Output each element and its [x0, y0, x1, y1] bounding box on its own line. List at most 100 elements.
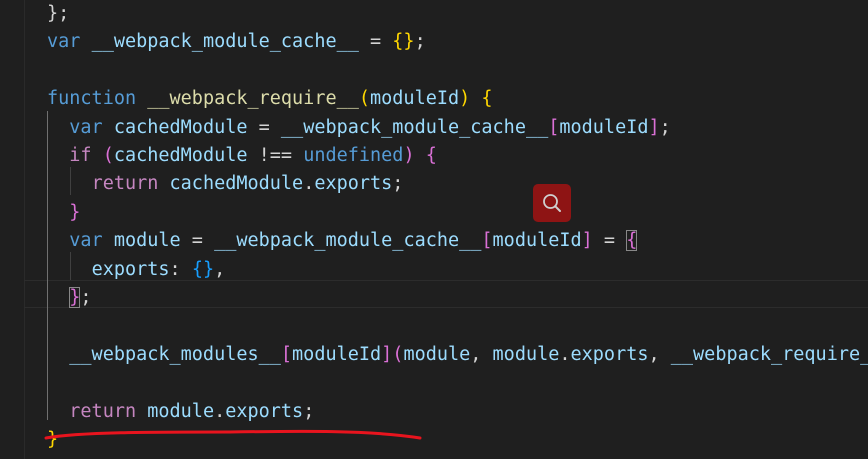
code-token: __webpack_module_cache__ [91, 31, 359, 53]
code-token: exports [91, 258, 170, 280]
code-token: ] [581, 230, 593, 252]
code-token: __webpack_modules__ [69, 343, 281, 365]
code-token: ) [459, 88, 471, 110]
code-token: undefined [303, 145, 404, 166]
code-line-text: var module = __webpack_module_cache__[mo… [47, 227, 638, 255]
code-token: exports [314, 173, 393, 195]
code-token: __webpack_module_cache__ [280, 116, 549, 138]
code-token: ; [392, 173, 404, 195]
code-token: [ [548, 116, 560, 138]
code-token: ; [303, 400, 315, 422]
code-token: }; [47, 3, 70, 24]
code-line-text: var cachedModule = __webpack_module_cach… [47, 114, 671, 142]
code-line-text: }; [47, 284, 92, 312]
code-token: ) [403, 145, 415, 166]
code-token: . [559, 343, 571, 365]
code-token: = [180, 230, 215, 252]
code-line-text: __webpack_modules__[moduleId](module, mo… [47, 341, 868, 369]
code-token: !== [247, 145, 304, 166]
code-token: , [470, 343, 493, 365]
code-token: moduleId [559, 116, 649, 138]
code-line-text: exports: {}, [47, 256, 226, 284]
code-token: } [69, 287, 81, 308]
code-token: {} [392, 31, 415, 53]
code-token: module [403, 343, 471, 365]
code-token: __webpack_module_cache__ [214, 230, 482, 252]
code-token: moduleId [370, 88, 460, 110]
code-token: ( [392, 343, 404, 365]
code-token: [ [481, 230, 493, 252]
code-token: ] [648, 116, 660, 138]
code-token: var [69, 230, 103, 252]
code-token: ; [80, 287, 92, 308]
code-line-text: }; [47, 0, 69, 28]
code-token: module [147, 400, 215, 422]
code-token: = [592, 230, 627, 252]
code-token: module [492, 343, 560, 365]
code-token: moduleId [492, 230, 582, 252]
code-token: var [69, 116, 103, 138]
current-line-highlight [24, 280, 868, 308]
code-token: moduleId [292, 343, 382, 365]
code-token: if [69, 145, 92, 166]
code-token: module [113, 230, 181, 252]
code-token: {} [191, 258, 215, 280]
code-token: ( [102, 145, 114, 166]
code-token: , [648, 343, 671, 365]
code-line-text: return module.exports; [47, 398, 314, 426]
code-line-text: return cachedModule.exports; [47, 170, 404, 198]
code-token: var [47, 31, 81, 53]
code-token: cachedModule [169, 173, 304, 195]
code-token: ; [659, 116, 671, 138]
search-icon [543, 194, 561, 212]
code-token: { [425, 145, 437, 166]
code-line-text: if (cachedModule !== undefined) { [47, 142, 437, 170]
code-token: { [626, 230, 638, 252]
code-token: exports [570, 343, 649, 365]
code-token: __webpack_require__ [147, 88, 359, 110]
code-line-text: var __webpack_module_cache__ = {}; [47, 28, 426, 56]
code-token: } [69, 201, 81, 223]
code-token: cachedModule [113, 116, 248, 138]
code-editor[interactable]: }; var __webpack_module_cache__ = {}; func… [0, 0, 868, 459]
code-token: return [91, 173, 159, 195]
code-line-text: function __webpack_require__(moduleId) { [47, 85, 493, 113]
search-button[interactable] [533, 184, 571, 222]
code-token: , [214, 258, 226, 280]
code-token: [ [280, 343, 293, 365]
editor-gutter [0, 0, 25, 459]
code-token: ] [381, 343, 393, 365]
code-token: __webpack_require__ [670, 343, 868, 365]
code-token: } [47, 429, 59, 450]
code-token: : [169, 258, 192, 280]
code-token: . [303, 173, 315, 195]
code-line-text: } [47, 426, 58, 454]
code-token: return [69, 400, 137, 422]
code-token: function [47, 88, 137, 110]
code-token: cachedModule [113, 145, 248, 166]
code-token: { [481, 88, 493, 110]
code-line-text: } [47, 199, 80, 227]
code-token: ; [414, 31, 426, 53]
code-token: = [247, 116, 281, 138]
code-token: exports [225, 400, 304, 422]
code-token: = [358, 31, 393, 53]
